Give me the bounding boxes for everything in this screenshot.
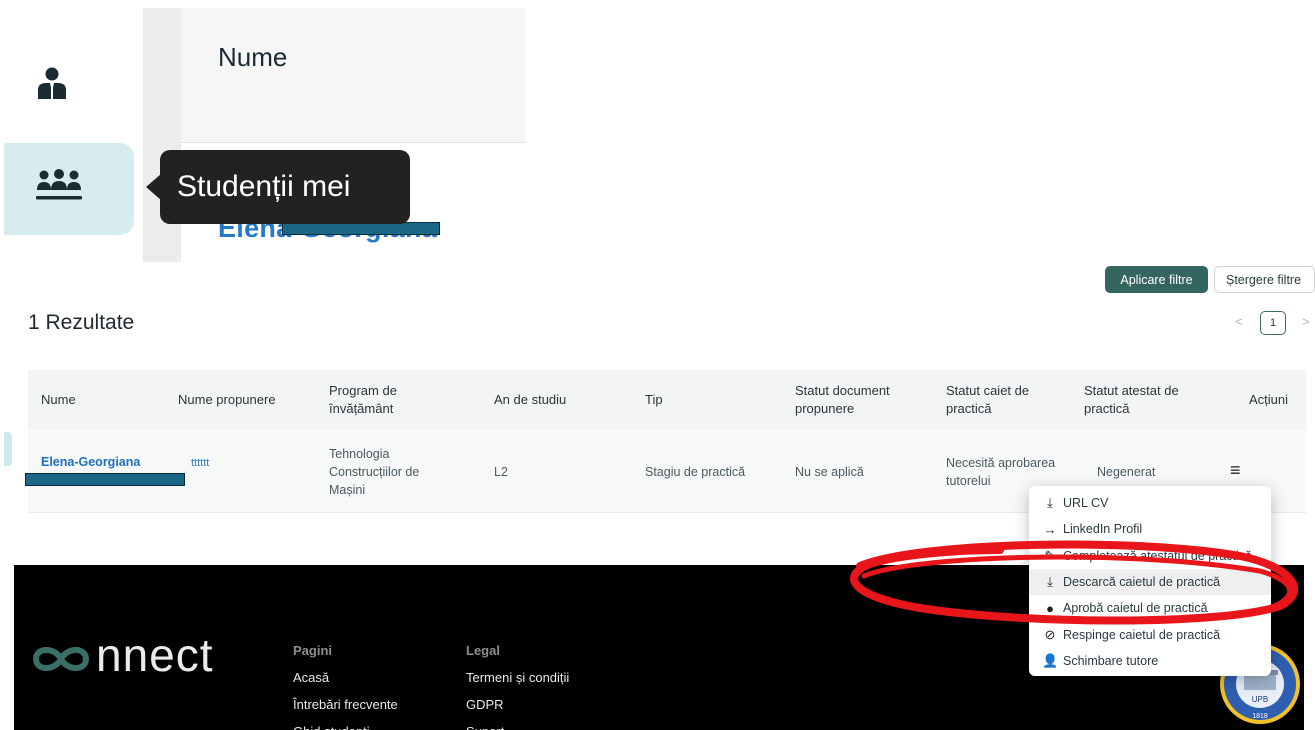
annotation-ellipse: [850, 540, 1298, 625]
student-name-link[interactable]: Elena-Georgiana: [41, 455, 140, 469]
cell-notebook-status: Necesită aprobarea tutorelui: [946, 456, 1056, 488]
results-count: 1 Rezultate: [28, 311, 135, 334]
footer-link-gdpr[interactable]: GDPR: [466, 697, 504, 712]
th-nume[interactable]: Nume: [41, 391, 76, 409]
download-icon: ⤓: [1047, 495, 1053, 511]
footer-heading-pages: Pagini: [293, 643, 333, 658]
arrow-right-icon: →: [1043, 521, 1057, 537]
proposal-link[interactable]: tttttt: [191, 457, 209, 469]
actions-menu-icon[interactable]: ≡: [1230, 460, 1241, 481]
cell-proposal-status: Nu se aplică: [795, 465, 864, 479]
cell-year: L2: [494, 465, 508, 479]
redaction-bar: [25, 473, 185, 486]
th-nume-propunere[interactable]: Nume propunere: [178, 391, 276, 409]
cell-certificate-status: Negenerat: [1097, 465, 1156, 479]
footer-link-terms[interactable]: Termeni și condiții: [466, 670, 569, 685]
block-icon: ⊘: [1044, 626, 1056, 642]
connect-logo-icon: [32, 647, 90, 671]
menu-item-label: LinkedIn Profil: [1063, 522, 1143, 537]
footer-link-acasa[interactable]: Acasă: [293, 670, 329, 685]
menu-item-label: Respinge caietul de practică: [1063, 627, 1221, 642]
tooltip-arrow: [146, 174, 161, 200]
chevron-left-icon[interactable]: <: [1235, 314, 1243, 329]
connect-logo-text: nnect: [96, 629, 214, 681]
nav-tooltip: Studenții mei: [160, 150, 410, 224]
clear-filters-button[interactable]: Ștergere filtre: [1214, 266, 1315, 293]
footer-link-support[interactable]: Suport: [466, 724, 504, 730]
person-icon[interactable]: [35, 66, 69, 100]
th-statut-caiet[interactable]: Statut caiet de practică: [946, 382, 1064, 418]
table-header-panel: [181, 8, 526, 143]
chevron-right-icon[interactable]: >: [1302, 314, 1310, 329]
seal-text: UPB: [1252, 695, 1268, 704]
th-statut-document[interactable]: Statut document propunere: [795, 382, 925, 418]
th-statut-atestat[interactable]: Statut atestat de practică: [1084, 382, 1214, 418]
apply-filters-button[interactable]: Aplicare filtre: [1105, 266, 1208, 293]
column-header-nume: Nume: [218, 42, 288, 72]
cell-type: Stagiu de practică: [645, 465, 746, 479]
footer-heading-legal: Legal: [466, 643, 500, 658]
divider: [181, 142, 526, 143]
group-icon: [36, 169, 82, 200]
th-program[interactable]: Program de învățământ: [329, 382, 439, 418]
menu-item-label: Schimbare tutore: [1063, 653, 1159, 668]
menu-item-label: URL CV: [1063, 496, 1109, 511]
th-an-studiu[interactable]: An de studiu: [494, 391, 566, 409]
page-button-1[interactable]: 1: [1260, 311, 1286, 335]
th-tip[interactable]: Tip: [645, 391, 663, 409]
seal-year: 1818: [1252, 713, 1268, 720]
footer-link-guide[interactable]: Ghid studenți: [293, 724, 370, 730]
th-actiuni: Acțiuni: [1249, 392, 1289, 407]
cell-program: Tehnologia Construcțiilor de Mașini: [329, 447, 420, 497]
collapsed-panel-tab[interactable]: [4, 432, 12, 466]
menu-item-url-cv[interactable]: ⤓ URL CV: [1029, 490, 1271, 516]
menu-item-change-tutor[interactable]: 👤 Schimbare tutore: [1029, 648, 1271, 674]
user-edit-icon: 👤: [1042, 652, 1059, 668]
footer-link-faq[interactable]: Întrebări frecvente: [293, 697, 398, 712]
